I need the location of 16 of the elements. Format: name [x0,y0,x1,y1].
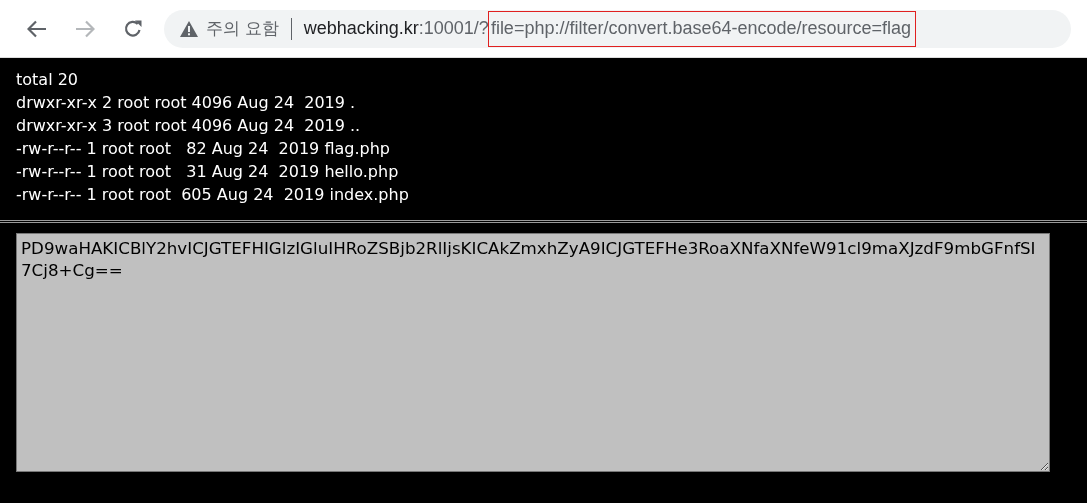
output-textarea[interactable]: PD9waHAKICBlY2hvICJGTEFHIGlzIGluIHRoZSBjb2RlIjsKICAkZmxhZyA9ICJGTEFHe3RoaXNfaXNfeW91cl9maXJzdF9mbGFnfSI7Cj8+Cg== [16,233,1050,472]
reload-icon [123,18,143,39]
listing-line: total 20 [16,69,80,91]
listing-line: drwxr-xr-x 2 root root 4096 Aug 24 2019 . [16,92,357,114]
url-host: webhacking.kr [303,17,419,40]
security-label[interactable]: 주의 요함 [206,15,279,42]
back-icon [27,19,47,38]
listing-line: -rw-r--r-- 1 root root 605 Aug 24 2019 index.php [16,184,410,206]
forward-icon [75,19,95,38]
address-bar[interactable]: 주의 요함 webhacking.kr:10001/?file=php://filter/convert.base64-encode/resource=flag [164,9,1071,48]
url-path: :10001/? [418,17,489,40]
warning-icon [180,20,198,37]
listing-line: -rw-r--r-- 1 root root 82 Aug 24 2019 flag.php [16,138,391,160]
listing-line: drwxr-xr-x 3 root root 4096 Aug 24 2019 .. [16,115,362,137]
listing-line: -rw-r--r-- 1 root root 31 Aug 24 2019 hello.php [16,161,400,183]
url-query: file=php://filter/convert.base64-encode/resource=flag [488,11,916,46]
